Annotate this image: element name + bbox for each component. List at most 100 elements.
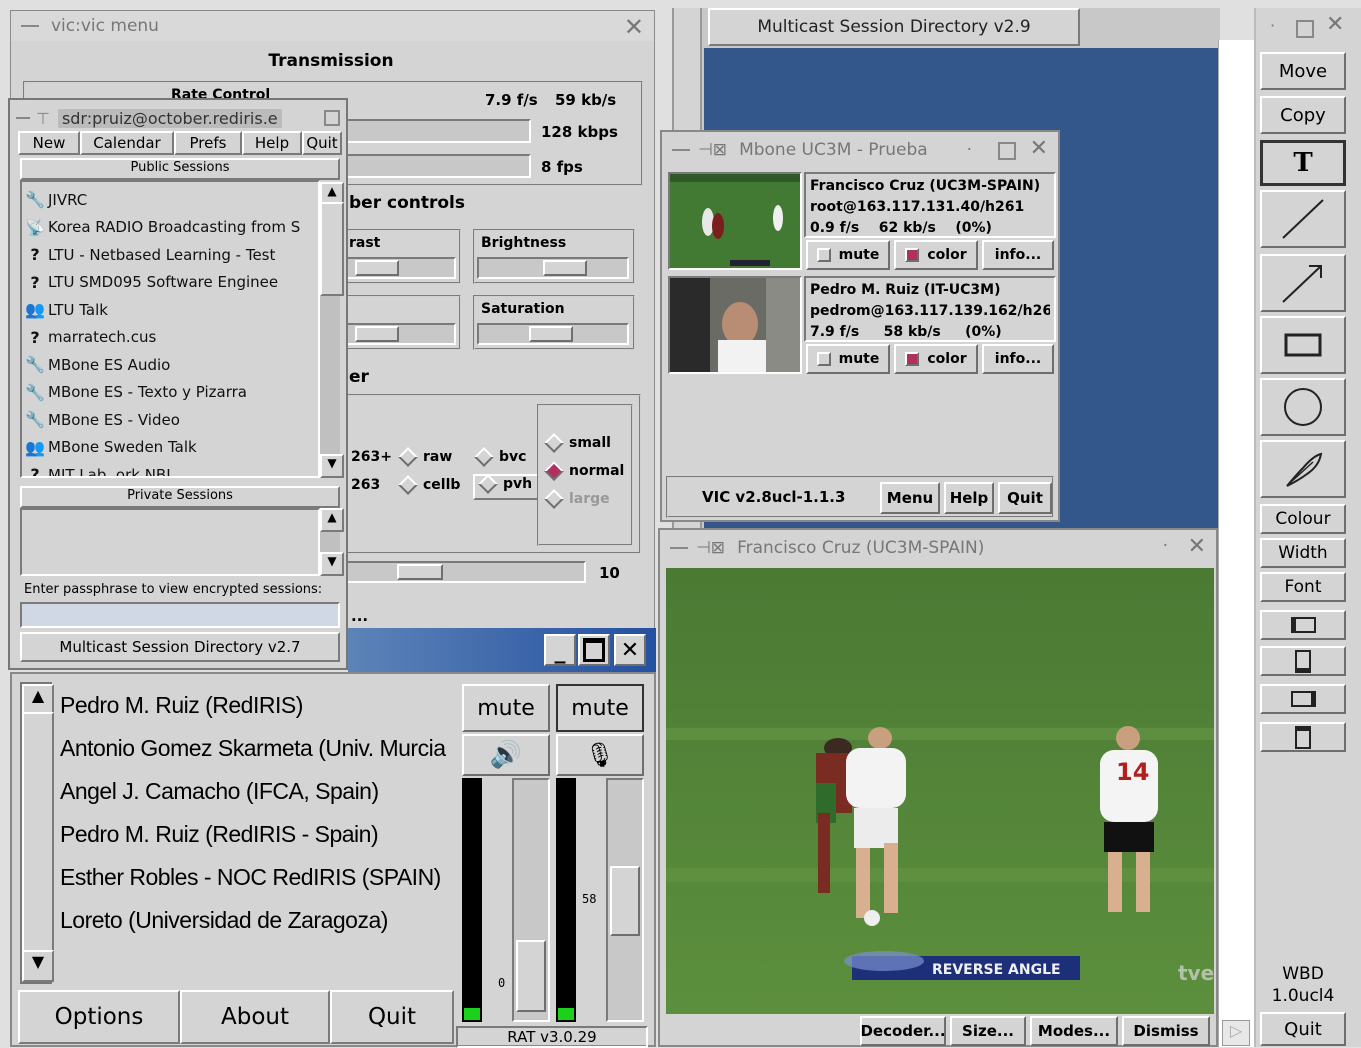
format-raw[interactable]: raw: [398, 447, 452, 467]
session-item[interactable]: ? marratech.cus: [22, 324, 318, 352]
brightness-knob[interactable]: [543, 260, 587, 276]
vic-menu-button[interactable]: Menu: [880, 482, 940, 514]
source1-color-button[interactable]: color: [894, 240, 978, 270]
private-scrollbar[interactable]: ▲ ▼: [320, 508, 344, 576]
size-large[interactable]: large: [544, 489, 610, 509]
menu-new[interactable]: New: [18, 131, 80, 155]
wbd-move-button[interactable]: Move: [1260, 52, 1346, 90]
rat-participant-list[interactable]: Pedro M. Ruiz (RedIRIS) Antonio Gomez Ska…: [60, 684, 452, 984]
output-volume-slider[interactable]: 0: [498, 778, 550, 1022]
rat-mute-left-button[interactable]: mute: [462, 684, 550, 732]
source1-thumbnail[interactable]: [668, 172, 802, 270]
size-button[interactable]: Size...: [950, 1016, 1026, 1046]
saturation-knob[interactable]: [529, 326, 573, 342]
wbd-canvas-strip[interactable]: [1218, 40, 1254, 1047]
restore-icon[interactable]: ·: [1270, 16, 1275, 35]
scroll-thumb[interactable]: [320, 202, 344, 296]
framerate-slider[interactable]: [331, 154, 531, 178]
format-bvc[interactable]: bvc: [474, 447, 526, 467]
rat-participant-scrollbar[interactable]: ▲ ▼: [20, 682, 54, 984]
maximize-icon[interactable]: [1296, 20, 1314, 38]
menu-quit[interactable]: Quit: [302, 131, 342, 155]
video-titlebar[interactable]: ⊣⊠ Francisco Cruz (UC3M-SPAIN) · ✕: [660, 530, 1216, 566]
rat-participant[interactable]: Loreto (Universidad de Zaragoza): [60, 899, 452, 942]
contrast-knob[interactable]: [355, 260, 399, 276]
maximize-icon[interactable]: [998, 142, 1016, 160]
private-sessions-list[interactable]: [20, 508, 320, 576]
close-icon[interactable]: ✕: [624, 13, 644, 41]
restore-icon[interactable]: ·: [967, 140, 972, 160]
source1-info-button[interactable]: info...: [982, 240, 1054, 270]
freehand-pen-tool-icon[interactable]: [1260, 440, 1346, 498]
input-volume-knob[interactable]: [610, 866, 640, 936]
close-icon[interactable]: ✕: [1188, 534, 1206, 559]
dismiss-button[interactable]: Dismiss: [1122, 1016, 1210, 1046]
wbd-titlebar[interactable]: · ✕: [1256, 8, 1361, 44]
arrow-tool-icon[interactable]: [1260, 254, 1346, 312]
session-item[interactable]: 🔧 MBone ES - Texto y Pizarra: [22, 379, 318, 407]
vic-quit-button[interactable]: Quit: [998, 482, 1052, 514]
rat-participant[interactable]: Pedro M. Ruiz (RedIRIS - Spain): [60, 813, 452, 856]
text-tool-icon[interactable]: T: [1260, 140, 1346, 186]
quality-knob[interactable]: [397, 564, 443, 580]
wbd-colour-button[interactable]: Colour: [1260, 504, 1346, 534]
bandwidth-slider[interactable]: [331, 119, 531, 143]
page-top-icon[interactable]: [1260, 722, 1346, 752]
size-normal[interactable]: normal: [544, 461, 624, 481]
session-item[interactable]: 👥 LTU Talk: [22, 296, 318, 324]
ellipse-tool-icon[interactable]: [1260, 378, 1346, 436]
source1-mute-button[interactable]: mute: [806, 240, 890, 270]
line-tool-icon[interactable]: [1260, 190, 1346, 248]
restore-icon[interactable]: ·: [1163, 536, 1168, 556]
passphrase-input[interactable]: [20, 602, 340, 628]
window-menu-icon[interactable]: [21, 25, 39, 27]
wbd-font-button[interactable]: Font: [1260, 572, 1346, 602]
pin-icon[interactable]: ⊣⊠: [698, 140, 727, 160]
scroll-thumb[interactable]: [22, 712, 54, 956]
session-item[interactable]: 🔧 JIVRC: [22, 186, 318, 214]
window-menu-icon[interactable]: [672, 149, 690, 151]
pin-icon[interactable]: ⊣⊠: [696, 538, 725, 558]
session-item[interactable]: 🔧 MBone ES - Video: [22, 406, 318, 434]
video-frame[interactable]: 14 REVERSE ANGLE tve: [666, 568, 1214, 1014]
output-volume-knob[interactable]: [516, 940, 546, 1012]
format-cellb[interactable]: cellb: [398, 475, 460, 495]
menu-help[interactable]: Help: [242, 131, 302, 155]
vic-main-titlebar[interactable]: ⊣⊠ Mbone UC3M - Prueba · ✕: [662, 132, 1058, 168]
session-item[interactable]: 🔧 MBone ES Audio: [22, 351, 318, 379]
source2-thumbnail[interactable]: [668, 276, 802, 374]
quality-slider[interactable]: [331, 561, 586, 583]
source2-info-button[interactable]: info...: [982, 344, 1054, 374]
decoder-button[interactable]: Decoder...: [860, 1016, 946, 1046]
menu-calendar[interactable]: Calendar: [80, 131, 174, 155]
minimize-icon[interactable]: _: [544, 634, 576, 666]
session-item[interactable]: 📡 Korea RADIO Broadcasting from S: [22, 214, 318, 242]
maximize-icon[interactable]: [324, 110, 340, 126]
rat-participant[interactable]: Esther Robles - NOC RedIRIS (SPAIN): [60, 856, 452, 899]
rat-participant[interactable]: Angel J. Camacho (IFCA, Spain): [60, 770, 452, 813]
contrast-slider[interactable]: [331, 257, 456, 279]
window-menu-icon[interactable]: [670, 547, 688, 549]
play-arrow-icon[interactable]: ▷: [1222, 1020, 1250, 1046]
format-263plus[interactable]: 263+: [351, 449, 392, 465]
scroll-down-arrow-icon[interactable]: ▼: [320, 454, 344, 478]
close-icon[interactable]: ✕: [1030, 136, 1048, 161]
menu-prefs[interactable]: Prefs: [174, 131, 242, 155]
maximize-icon[interactable]: [578, 634, 610, 666]
session-item[interactable]: ? LTU - Netbased Learning - Test: [22, 241, 318, 269]
session-item[interactable]: ? LTU SMD095 Software Enginee: [22, 269, 318, 297]
format-263[interactable]: 263: [351, 477, 380, 493]
public-scrollbar[interactable]: ▲ ▼: [320, 182, 344, 478]
speaker-icon[interactable]: 🔊: [462, 734, 550, 776]
input-volume-slider[interactable]: 58: [582, 778, 644, 1022]
rat-quit-button[interactable]: Quit: [330, 990, 454, 1044]
wbd-copy-button[interactable]: Copy: [1260, 96, 1346, 134]
microphone-icon[interactable]: 🎙: [556, 734, 644, 776]
size-small[interactable]: small: [544, 433, 611, 453]
page-bottom-icon[interactable]: [1260, 646, 1346, 676]
rat-mute-right-button[interactable]: mute: [556, 684, 644, 732]
close-icon[interactable]: ✕: [614, 634, 646, 666]
rectangle-tool-icon[interactable]: [1260, 316, 1346, 374]
session-item[interactable]: 👥 MBone Sweden Talk: [22, 434, 318, 462]
wbd-quit-button[interactable]: Quit: [1260, 1012, 1346, 1046]
